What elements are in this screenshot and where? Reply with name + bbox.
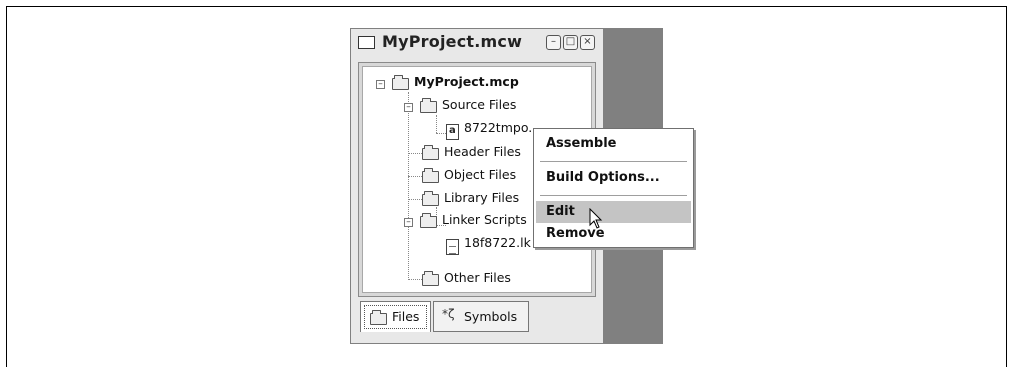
tree-connector [408, 92, 409, 280]
expand-toggle[interactable]: – [376, 80, 385, 89]
menu-separator [540, 161, 687, 162]
menu-item-remove[interactable]: Remove [536, 223, 691, 245]
menu-separator [540, 195, 687, 196]
folder-icon [392, 75, 409, 90]
expand-toggle[interactable]: – [404, 218, 413, 227]
tree-connector [408, 199, 422, 200]
folder-icon [422, 168, 439, 183]
tree-connector [408, 176, 422, 177]
menu-item-build-options[interactable]: Build Options... [536, 167, 691, 189]
tab-symbols[interactable]: *ζ Symbols [433, 301, 529, 332]
minimize-button[interactable]: – [546, 35, 561, 50]
tree-connector [436, 115, 437, 133]
context-menu: Assemble Build Options... Edit Remove [533, 128, 694, 248]
tab-strip: Files *ζ Symbols [358, 301, 596, 337]
folder-icon [420, 213, 437, 228]
folder-icon [422, 191, 439, 206]
title-bar[interactable]: MyProject.mcw – □ × [351, 29, 603, 57]
menu-item-edit[interactable]: Edit [536, 201, 691, 223]
tree-connector [408, 153, 422, 154]
maximize-button[interactable]: □ [563, 35, 578, 50]
tab-files-label: Files [392, 309, 420, 324]
symbols-icon: *ζ [442, 307, 455, 321]
close-button[interactable]: × [580, 35, 595, 50]
window-icon [358, 36, 375, 49]
tab-symbols-label: Symbols [464, 309, 518, 324]
menu-item-assemble[interactable]: Assemble [536, 133, 691, 155]
mouse-pointer-icon [589, 208, 603, 229]
window-title: MyProject.mcw [382, 32, 523, 51]
tree-connector [408, 279, 422, 280]
tab-files[interactable]: Files [360, 301, 431, 332]
expand-toggle[interactable]: – [404, 103, 413, 112]
folder-icon [420, 98, 437, 113]
asm-file-icon: a [446, 124, 459, 140]
folder-icon [370, 310, 387, 325]
linker-file-icon [446, 239, 459, 255]
tree-connector [436, 133, 446, 134]
folder-icon [422, 145, 439, 160]
folder-icon [422, 271, 439, 286]
